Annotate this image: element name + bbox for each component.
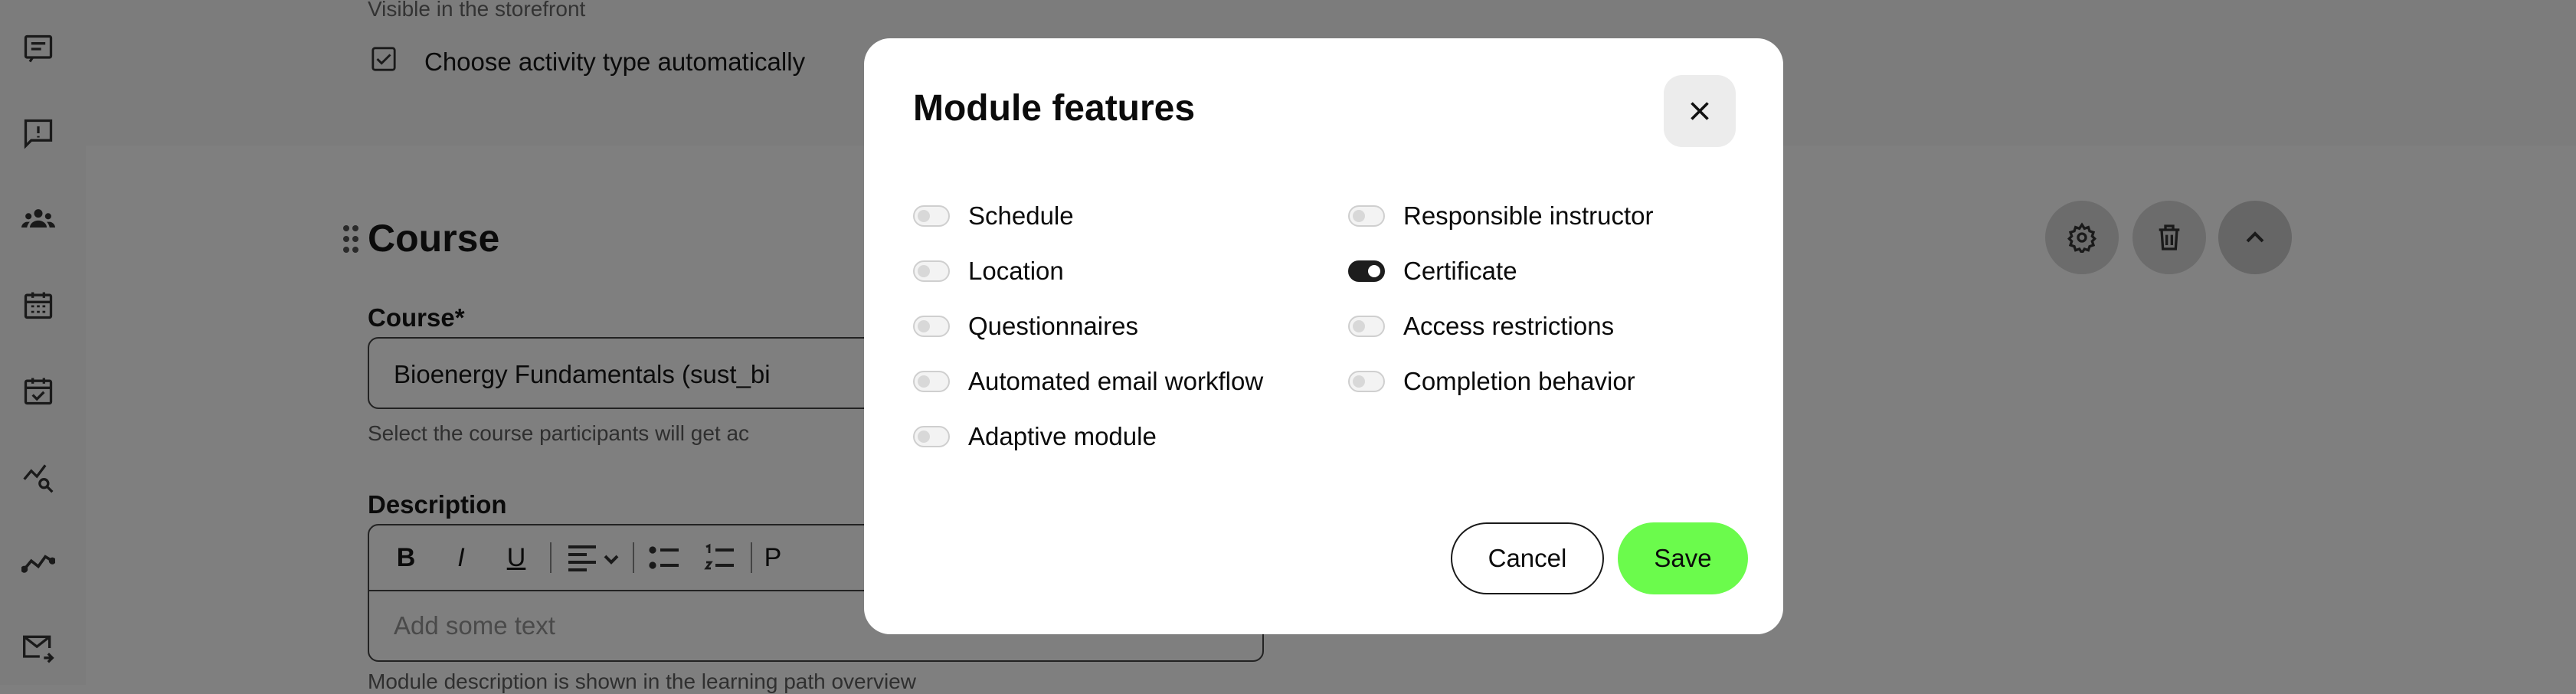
feature-toggle-email-workflow[interactable]: Automated email workflow (913, 365, 1263, 398)
trend-icon[interactable] (17, 541, 60, 584)
description-placeholder: Add some text (394, 611, 555, 640)
drag-handle-icon[interactable] (342, 224, 360, 254)
trash-icon (2159, 224, 2180, 250)
feature-toggle-adaptive-module[interactable]: Adaptive module (913, 420, 1157, 453)
feature-label: Adaptive module (968, 422, 1157, 450)
paragraph-dropdown[interactable]: P (761, 539, 784, 576)
bullet-list-button[interactable] (643, 539, 686, 576)
auto-activity-checkbox[interactable] (371, 46, 397, 72)
calendar-icon[interactable] (17, 283, 60, 326)
module-features-dialog: Module features Schedule Location Questi… (864, 38, 1783, 634)
delete-button[interactable] (2132, 201, 2206, 274)
toggle-switch[interactable] (1348, 371, 1385, 392)
bold-button[interactable]: B (389, 539, 423, 576)
feature-toggle-completion-behavior[interactable]: Completion behavior (1348, 365, 1635, 398)
toggle-switch[interactable] (1348, 205, 1385, 227)
italic-button[interactable]: I (444, 539, 478, 576)
feature-toggle-questionnaires[interactable]: Questionnaires (913, 309, 1138, 343)
cancel-button[interactable]: Cancel (1451, 522, 1604, 594)
feature-label: Completion behavior (1403, 367, 1635, 395)
dialog-title: Module features (913, 88, 1196, 129)
course-field-label: Course* (368, 303, 465, 332)
toggle-switch[interactable] (913, 316, 950, 337)
toggle-switch[interactable] (913, 426, 950, 447)
auto-activity-label: Choose activity type automatically (424, 47, 806, 76)
mail-forward-icon[interactable] (17, 627, 60, 669)
feature-label: Location (968, 257, 1064, 285)
feature-toggle-location[interactable]: Location (913, 254, 1064, 288)
close-icon (1691, 102, 1709, 120)
course-section-title: Course (368, 217, 500, 260)
align-left-icon (568, 545, 619, 571)
sidebar (0, 0, 86, 685)
feature-label: Certificate (1403, 257, 1517, 285)
toggle-switch[interactable] (913, 205, 950, 227)
numbered-list-icon (704, 543, 734, 570)
feature-label: Questionnaires (968, 312, 1138, 340)
feature-label: Schedule (968, 201, 1074, 230)
feedback-icon[interactable] (17, 112, 60, 155)
storefront-hint: Visible in the storefront (368, 0, 586, 21)
underline-button[interactable]: U (499, 539, 533, 576)
groups-icon[interactable] (17, 198, 60, 241)
description-help: Module description is shown in the learn… (368, 669, 916, 693)
toolbar-divider (751, 542, 752, 573)
gear-icon (2067, 222, 2097, 253)
toolbar-divider (550, 542, 552, 573)
toggle-switch[interactable] (1348, 260, 1385, 282)
toolbar-divider (633, 542, 634, 573)
save-button[interactable]: Save (1618, 522, 1748, 594)
align-dropdown[interactable] (562, 539, 624, 576)
feature-label: Automated email workflow (968, 367, 1264, 395)
feature-toggle-schedule[interactable]: Schedule (913, 199, 1074, 233)
close-button[interactable] (1664, 75, 1736, 147)
calendar-check-icon[interactable] (17, 369, 60, 412)
feature-toggle-access-restrictions[interactable]: Access restrictions (1348, 309, 1614, 343)
toggle-switch[interactable] (913, 260, 950, 282)
chevron-up-icon (2246, 231, 2264, 243)
course-field-help: Select the course participants will get … (368, 421, 750, 445)
collapse-button[interactable] (2218, 201, 2292, 274)
bullet-list-icon (649, 546, 679, 569)
analytics-search-icon[interactable] (17, 455, 60, 498)
feature-toggle-certificate[interactable]: Certificate (1348, 254, 1517, 288)
description-label: Description (368, 490, 507, 519)
list-icon[interactable] (17, 28, 60, 70)
numbered-list-button[interactable] (699, 539, 741, 576)
settings-button[interactable] (2045, 201, 2119, 274)
toggle-switch[interactable] (1348, 316, 1385, 337)
feature-toggle-responsible-instructor[interactable]: Responsible instructor (1348, 199, 1654, 233)
feature-label: Access restrictions (1403, 312, 1615, 340)
feature-label: Responsible instructor (1403, 201, 1654, 230)
toggle-switch[interactable] (913, 371, 950, 392)
course-select-value: Bioenergy Fundamentals (sust_bi (394, 360, 771, 388)
